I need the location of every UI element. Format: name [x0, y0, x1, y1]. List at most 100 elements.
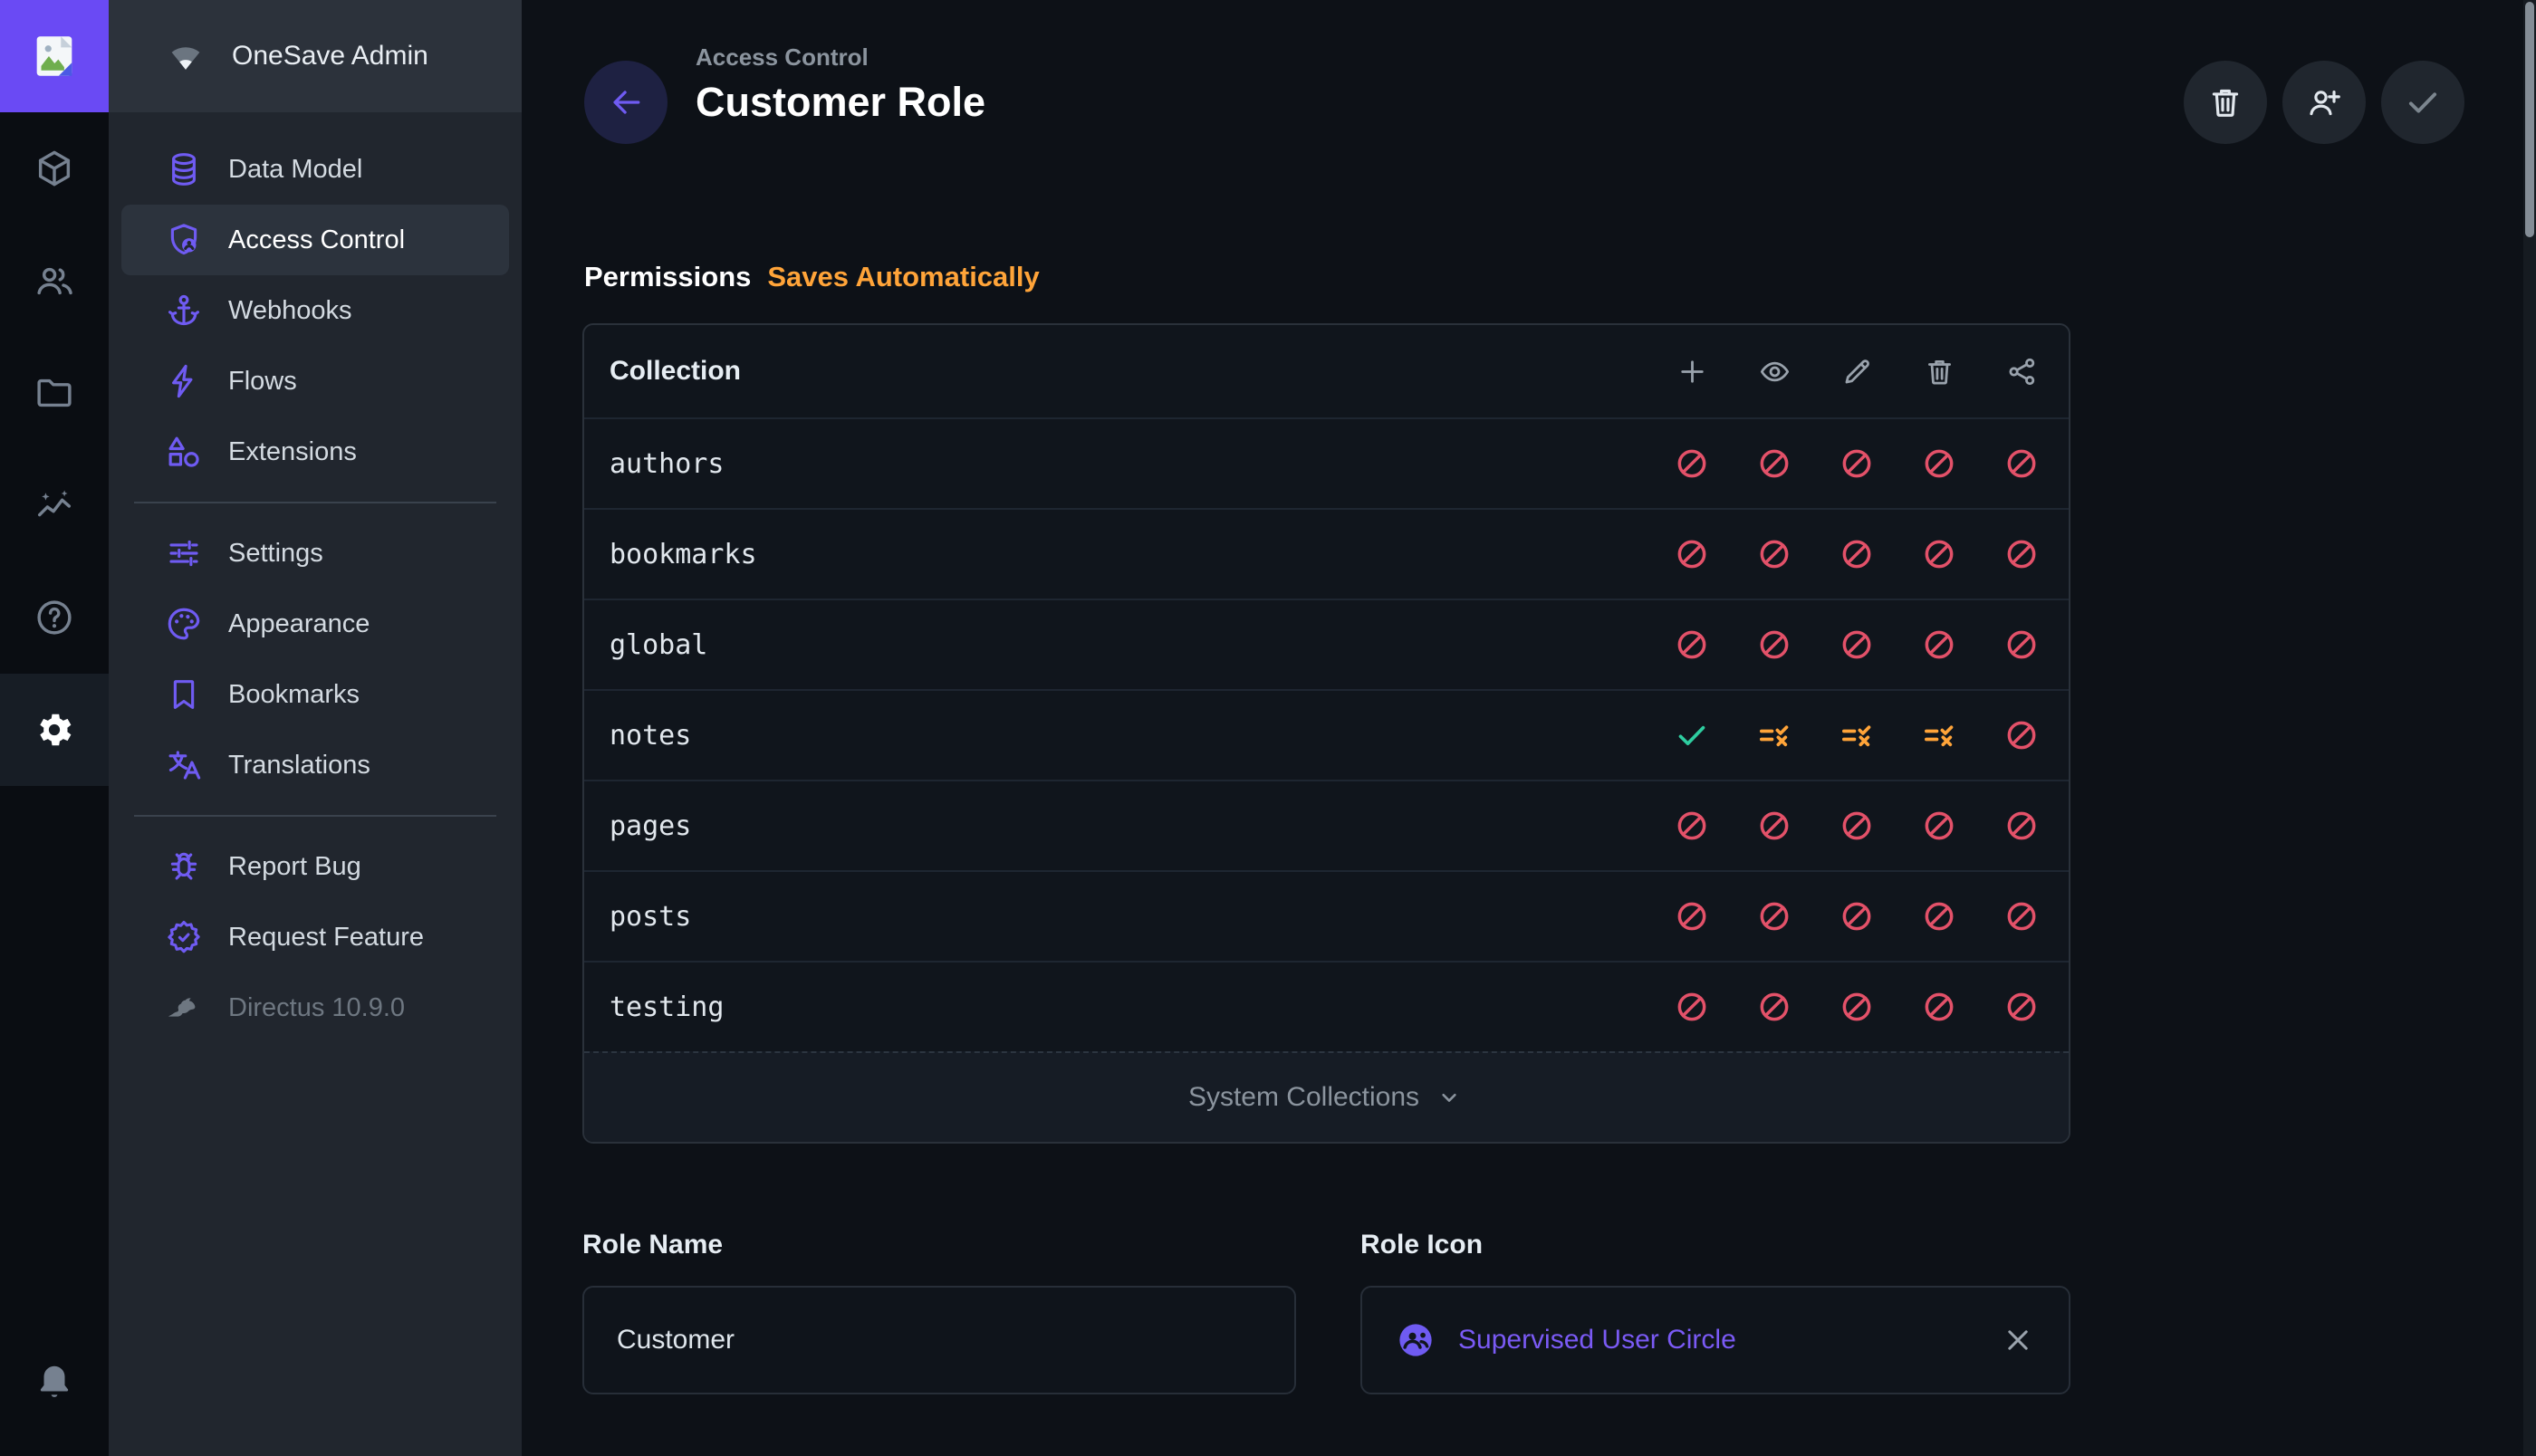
- module-notifications[interactable]: [0, 1326, 109, 1438]
- no-access-icon[interactable]: [2003, 717, 2040, 753]
- role-name-label: Role Name: [582, 1230, 1296, 1260]
- chevron-down-icon: [1434, 1082, 1465, 1113]
- no-access-icon[interactable]: [1839, 445, 1875, 482]
- no-access-icon[interactable]: [1921, 808, 1957, 844]
- sidebar-item-report-bug[interactable]: Report Bug: [121, 831, 509, 902]
- module-docs[interactable]: [0, 561, 109, 674]
- no-access-icon[interactable]: [1674, 898, 1710, 934]
- delete-permission-column-icon[interactable]: [1921, 353, 1957, 389]
- sidebar-item-bookmarks[interactable]: Bookmarks: [121, 659, 509, 730]
- supervised-user-circle-icon: [1395, 1319, 1436, 1361]
- no-access-icon[interactable]: [1921, 989, 1957, 1025]
- page-header: Access Control Customer Role: [696, 43, 985, 126]
- no-access-icon[interactable]: [1921, 898, 1957, 934]
- module-content[interactable]: [0, 112, 109, 225]
- role-icon-input[interactable]: Supervised User Circle: [1360, 1286, 2070, 1394]
- no-access-icon[interactable]: [1756, 627, 1792, 663]
- connection-status-icon: [167, 37, 205, 75]
- no-access-icon[interactable]: [1839, 627, 1875, 663]
- no-access-icon[interactable]: [1921, 627, 1957, 663]
- no-access-icon[interactable]: [1756, 808, 1792, 844]
- insights-icon: [34, 484, 75, 526]
- custom-access-icon[interactable]: [1921, 717, 1957, 753]
- no-access-icon[interactable]: [1674, 445, 1710, 482]
- role-name-input[interactable]: Customer: [582, 1286, 1296, 1394]
- no-access-icon[interactable]: [2003, 808, 2040, 844]
- sidebar-item-flows[interactable]: Flows: [121, 346, 509, 417]
- no-access-icon[interactable]: [1756, 989, 1792, 1025]
- scrollbar-track[interactable]: [2523, 0, 2536, 1456]
- anchor-icon: [165, 292, 203, 330]
- sidebar-item-translations[interactable]: Translations: [121, 730, 509, 800]
- module-insights[interactable]: [0, 449, 109, 561]
- invite-users-button[interactable]: [2282, 61, 2366, 144]
- no-access-icon[interactable]: [1839, 989, 1875, 1025]
- no-access-icon[interactable]: [1839, 536, 1875, 572]
- sidebar-item-label: Access Control: [228, 225, 405, 255]
- no-access-icon[interactable]: [1921, 536, 1957, 572]
- collection-name: notes: [610, 720, 691, 752]
- custom-access-icon[interactable]: [1839, 717, 1875, 753]
- no-access-icon[interactable]: [2003, 989, 2040, 1025]
- sidebar-item-appearance[interactable]: Appearance: [121, 589, 509, 659]
- nav-divider: [134, 502, 496, 503]
- no-access-icon[interactable]: [2003, 536, 2040, 572]
- sidebar-item-data-model[interactable]: Data Model: [121, 134, 509, 205]
- no-access-icon[interactable]: [2003, 898, 2040, 934]
- shield-person-icon: [165, 221, 203, 259]
- sidebar-item-label: Data Model: [228, 155, 362, 185]
- update-permission-column-icon[interactable]: [1839, 353, 1875, 389]
- breadcrumb[interactable]: Access Control: [696, 43, 985, 72]
- no-access-icon[interactable]: [1756, 536, 1792, 572]
- collection-name: pages: [610, 810, 691, 842]
- no-access-icon[interactable]: [1839, 808, 1875, 844]
- no-access-icon[interactable]: [1756, 445, 1792, 482]
- clear-icon[interactable]: [2000, 1322, 2036, 1358]
- sidebar-item-webhooks[interactable]: Webhooks: [121, 275, 509, 346]
- no-access-icon[interactable]: [2003, 627, 2040, 663]
- no-access-icon[interactable]: [1674, 536, 1710, 572]
- module-users[interactable]: [0, 225, 109, 337]
- permissions-rows: authorsbookmarksglobalnotespagespoststes…: [584, 417, 2069, 1051]
- create-permission-column-icon[interactable]: [1674, 353, 1710, 389]
- save-button[interactable]: [2381, 61, 2464, 144]
- no-access-icon[interactable]: [1674, 808, 1710, 844]
- no-access-icon[interactable]: [1674, 989, 1710, 1025]
- project-logo[interactable]: [0, 0, 109, 112]
- sidebar-item-directus-10-9-0[interactable]: Directus 10.9.0: [121, 972, 509, 1043]
- nav-sidebar: OneSave Admin Data Model Access Control We…: [109, 0, 522, 1456]
- share-permission-column-icon[interactable]: [2003, 353, 2040, 389]
- sidebar-item-extensions[interactable]: Extensions: [121, 417, 509, 487]
- sidebar-item-label: Directus 10.9.0: [228, 993, 405, 1023]
- bookmark-icon: [165, 675, 203, 714]
- main-content: Access Control Customer Role Permissions…: [522, 0, 2523, 1456]
- nav-divider: [134, 815, 496, 817]
- no-access-icon[interactable]: [2003, 445, 2040, 482]
- module-settings[interactable]: [0, 674, 109, 786]
- read-permission-column-icon[interactable]: [1756, 353, 1792, 389]
- autosave-note: Saves Automatically: [767, 261, 1039, 292]
- system-collections-toggle[interactable]: System Collections: [584, 1051, 2069, 1142]
- collection-name: testing: [610, 991, 724, 1023]
- custom-access-icon[interactable]: [1756, 717, 1792, 753]
- no-access-icon[interactable]: [1756, 898, 1792, 934]
- no-access-icon[interactable]: [1921, 445, 1957, 482]
- permissions-row-testing: testing: [584, 961, 2069, 1051]
- full-access-icon[interactable]: [1674, 717, 1710, 753]
- module-files[interactable]: [0, 337, 109, 449]
- back-button[interactable]: [584, 61, 668, 144]
- permissions-row-bookmarks: bookmarks: [584, 508, 2069, 599]
- sidebar-item-access-control[interactable]: Access Control: [121, 205, 509, 275]
- sidebar-item-settings[interactable]: Settings: [121, 518, 509, 589]
- scrollbar-thumb[interactable]: [2525, 2, 2534, 237]
- sidebar-item-label: Extensions: [228, 437, 357, 467]
- no-access-icon[interactable]: [1839, 898, 1875, 934]
- delete-role-button[interactable]: [2184, 61, 2267, 144]
- project-header[interactable]: OneSave Admin: [109, 0, 522, 112]
- sidebar-item-request-feature[interactable]: Request Feature: [121, 902, 509, 972]
- no-access-icon[interactable]: [1674, 627, 1710, 663]
- permission-toggles: [1674, 717, 2040, 753]
- translate-icon: [165, 746, 203, 784]
- rabbit-icon: [165, 989, 203, 1027]
- trash-icon: [2206, 83, 2244, 121]
